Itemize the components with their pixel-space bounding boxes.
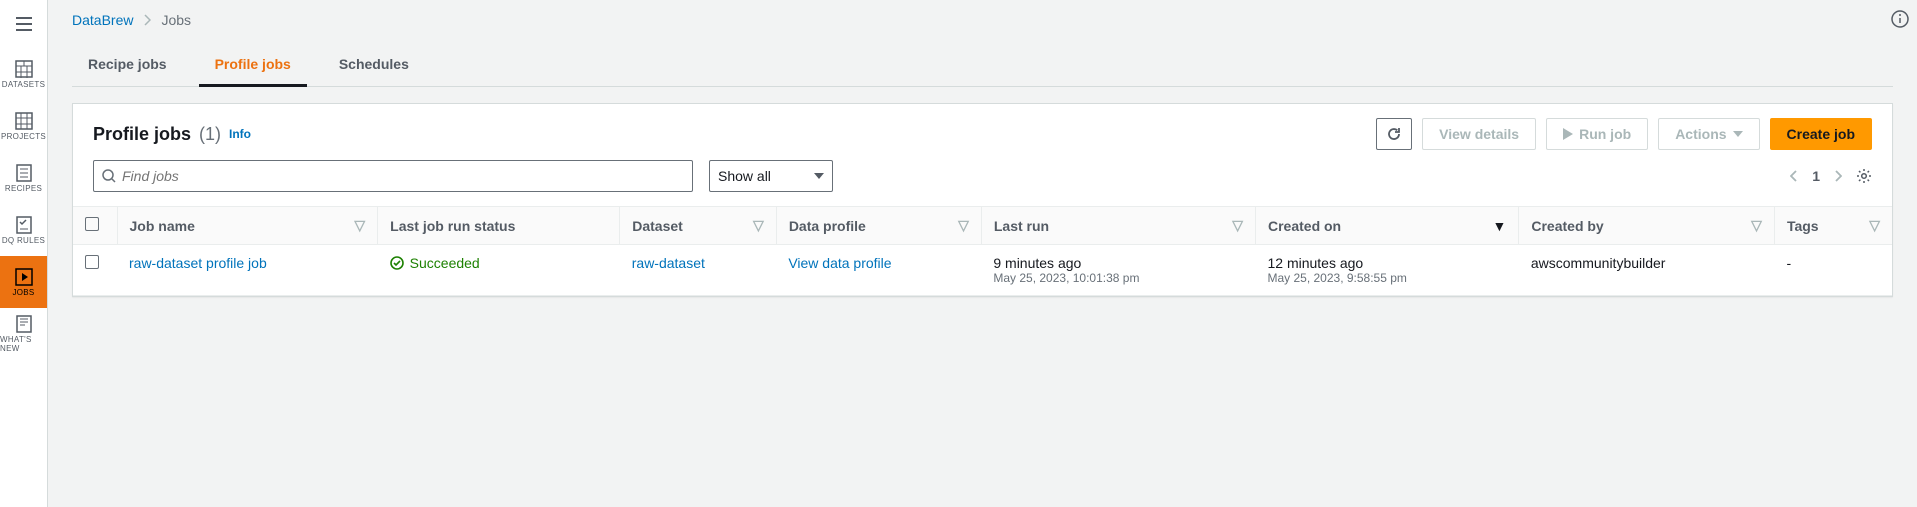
- filter-selected-value: Show all: [718, 168, 771, 184]
- view-details-button[interactable]: View details: [1422, 118, 1536, 150]
- jobs-table: Job name ▽ Last job run status Dataset ▽: [73, 206, 1892, 296]
- hamburger-menu-button[interactable]: [0, 0, 47, 48]
- page-number: 1: [1812, 168, 1820, 184]
- col-created-on[interactable]: Created on: [1268, 218, 1341, 234]
- col-last-run[interactable]: Last run: [994, 218, 1049, 234]
- sidebar-item-dqrules[interactable]: DQ RULES: [0, 204, 47, 256]
- sidebar-item-datasets[interactable]: DATASETS: [0, 48, 47, 100]
- search-input[interactable]: [122, 168, 684, 184]
- sort-icon[interactable]: ▽: [354, 217, 365, 234]
- col-status[interactable]: Last job run status: [390, 218, 515, 234]
- sidebar-item-jobs[interactable]: JOBS: [0, 256, 47, 308]
- row-checkbox[interactable]: [85, 255, 99, 269]
- next-page-button[interactable]: [1834, 170, 1842, 182]
- sidebar-item-whatsnew[interactable]: WHAT'S NEW: [0, 308, 47, 360]
- panel-title-text: Profile jobs: [93, 124, 191, 145]
- profile-jobs-panel: Profile jobs (1) Info View details Run j…: [72, 103, 1893, 297]
- search-input-wrapper[interactable]: [93, 160, 693, 192]
- sort-icon[interactable]: ▽: [958, 217, 969, 234]
- last-run-relative: 9 minutes ago: [993, 255, 1243, 271]
- caret-down-icon: [814, 173, 824, 179]
- tabs: Recipe jobs Profile jobs Schedules: [72, 44, 1893, 87]
- created-on-relative: 12 minutes ago: [1267, 255, 1506, 271]
- sort-icon[interactable]: ▽: [1232, 217, 1243, 234]
- last-run-absolute: May 25, 2023, 10:01:38 pm: [993, 271, 1243, 285]
- tab-recipe-jobs[interactable]: Recipe jobs: [72, 44, 183, 86]
- refresh-icon: [1386, 126, 1402, 142]
- sort-icon[interactable]: ▽: [753, 217, 764, 234]
- sidebar-item-label: DQ RULES: [2, 236, 45, 245]
- table-row: raw-dataset profile job Succeeded raw-da…: [73, 245, 1892, 296]
- breadcrumb-current: Jobs: [161, 12, 191, 28]
- projects-icon: [15, 112, 33, 130]
- datasets-icon: [15, 60, 33, 78]
- pagination: 1: [1790, 168, 1872, 184]
- tab-schedules[interactable]: Schedules: [323, 44, 425, 86]
- sidebar-item-projects[interactable]: PROJECTS: [0, 100, 47, 152]
- run-job-button[interactable]: Run job: [1546, 118, 1648, 150]
- chevron-left-icon: [1790, 170, 1798, 182]
- caret-down-icon: [1733, 131, 1743, 137]
- prev-page-button[interactable]: [1790, 170, 1798, 182]
- sidebar-item-label: PROJECTS: [1, 132, 46, 141]
- whatsnew-icon: [15, 315, 33, 333]
- sidebar-item-label: JOBS: [12, 288, 34, 297]
- sidebar-item-recipes[interactable]: RECIPES: [0, 152, 47, 204]
- play-icon: [1563, 128, 1573, 140]
- tab-profile-jobs[interactable]: Profile jobs: [199, 44, 307, 86]
- success-icon: [390, 256, 404, 270]
- hamburger-icon: [16, 17, 32, 31]
- search-icon: [102, 169, 116, 183]
- recipes-icon: [15, 164, 33, 182]
- jobs-icon: [15, 268, 33, 286]
- panel-title: Profile jobs (1) Info: [93, 124, 251, 145]
- sidebar-item-label: WHAT'S NEW: [0, 335, 47, 353]
- job-name-link[interactable]: raw-dataset profile job: [129, 255, 267, 271]
- actions-button[interactable]: Actions: [1658, 118, 1759, 150]
- col-profile[interactable]: Data profile: [789, 218, 866, 234]
- status-badge: Succeeded: [390, 255, 480, 271]
- sort-icon[interactable]: ▽: [1751, 217, 1762, 234]
- sort-icon-active[interactable]: ▼: [1493, 218, 1507, 234]
- col-created-by[interactable]: Created by: [1531, 218, 1603, 234]
- col-job-name[interactable]: Job name: [130, 218, 195, 234]
- breadcrumb: DataBrew Jobs: [72, 12, 1893, 28]
- info-icon[interactable]: [1891, 10, 1909, 28]
- filter-select[interactable]: Show all: [709, 160, 833, 192]
- chevron-right-icon: [143, 14, 151, 26]
- col-tags[interactable]: Tags: [1787, 218, 1819, 234]
- info-link[interactable]: Info: [229, 127, 251, 141]
- main-content: DataBrew Jobs Recipe jobs Profile jobs S…: [48, 0, 1917, 507]
- col-dataset[interactable]: Dataset: [632, 218, 683, 234]
- create-job-button[interactable]: Create job: [1770, 118, 1872, 150]
- select-all-checkbox[interactable]: [85, 217, 99, 231]
- tags-value: -: [1786, 255, 1791, 271]
- created-by-value: awscommunitybuilder: [1531, 255, 1666, 271]
- view-profile-link[interactable]: View data profile: [788, 255, 891, 271]
- sidebar-item-label: DATASETS: [2, 80, 45, 89]
- dqrules-icon: [15, 216, 33, 234]
- breadcrumb-root[interactable]: DataBrew: [72, 12, 133, 28]
- sidebar-item-label: RECIPES: [5, 184, 42, 193]
- dataset-link[interactable]: raw-dataset: [632, 255, 705, 271]
- panel-title-count: (1): [199, 124, 221, 145]
- refresh-button[interactable]: [1376, 118, 1412, 150]
- created-on-absolute: May 25, 2023, 9:58:55 pm: [1267, 271, 1506, 285]
- sort-icon[interactable]: ▽: [1869, 217, 1880, 234]
- chevron-right-icon: [1834, 170, 1842, 182]
- settings-button[interactable]: [1856, 168, 1872, 184]
- sidebar: DATASETS PROJECTS RECIPES DQ RULES JOBS …: [0, 0, 48, 507]
- gear-icon: [1856, 168, 1872, 184]
